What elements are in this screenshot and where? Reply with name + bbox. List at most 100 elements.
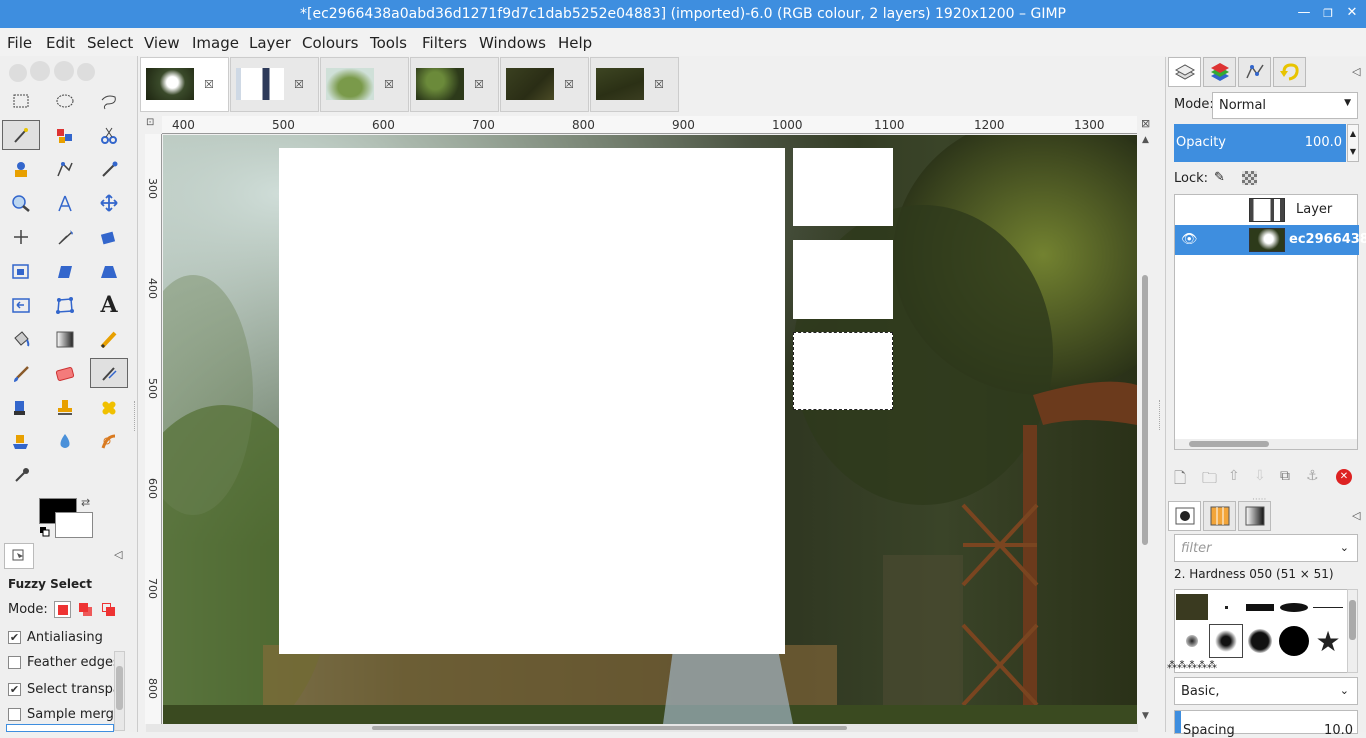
configure-brushes-dock-icon[interactable]: ◁ <box>1352 509 1360 522</box>
horizontal-scroll-thumb[interactable] <box>372 726 847 730</box>
gradient-tool[interactable] <box>46 324 84 354</box>
menu-select[interactable]: Select <box>87 34 133 52</box>
selection-marquee[interactable] <box>793 332 893 410</box>
layer-row[interactable]: 👁 ec2966438a <box>1175 225 1366 255</box>
antialiasing-option[interactable]: ✔ Antialiasing <box>8 630 103 645</box>
bucket-fill-tool[interactable] <box>2 324 40 354</box>
brush-texture[interactable] <box>1175 590 1209 624</box>
perspective-tool[interactable] <box>90 256 128 286</box>
layer-list-scroll-thumb[interactable] <box>1189 441 1269 447</box>
toolbox-resize-handle[interactable] <box>134 401 137 431</box>
paths-tab[interactable] <box>1238 57 1271 87</box>
gradients-tab[interactable] <box>1238 501 1271 531</box>
close-tab-icon[interactable]: ☒ <box>564 78 574 91</box>
feather-edges-option[interactable]: Feather edges <box>8 655 120 670</box>
opacity-slider[interactable]: Opacity 100.0 <box>1174 124 1346 162</box>
minimize-icon[interactable]: — <box>1294 5 1314 20</box>
brush-hardness-100[interactable] <box>1277 624 1311 658</box>
layer-row[interactable]: Layer <box>1175 195 1359 225</box>
paths-tool[interactable] <box>46 154 84 184</box>
undo-history-tab[interactable] <box>1273 57 1306 87</box>
menu-filters[interactable]: Filters <box>422 34 467 52</box>
menu-windows[interactable]: Windows <box>479 34 546 52</box>
rect-select-tool[interactable] <box>2 86 40 116</box>
blur-sharpen-tool[interactable] <box>46 426 84 456</box>
brush-grid-scroll-thumb[interactable] <box>1349 600 1356 640</box>
tool-options-scrollbar[interactable] <box>114 651 125 731</box>
sample-merged-checkbox[interactable] <box>8 708 21 721</box>
configure-dock-icon[interactable]: ◁ <box>1352 65 1360 78</box>
feather-edges-checkbox[interactable] <box>8 656 21 669</box>
image-tab-6[interactable]: ☒ <box>590 57 679 112</box>
mode-subtract-button[interactable] <box>100 601 117 618</box>
eraser-tool[interactable] <box>46 358 84 388</box>
brush-hardness-025[interactable] <box>1175 624 1209 658</box>
cage-transform-tool[interactable] <box>46 290 84 320</box>
sample-merged-option[interactable]: Sample merge <box>8 707 122 722</box>
select-transparent-checkbox[interactable]: ✔ <box>8 683 21 696</box>
alignment-tool[interactable] <box>2 222 40 252</box>
brush-hardness-075[interactable] <box>1243 624 1277 658</box>
configure-tab-icon[interactable]: ◁ <box>114 548 122 561</box>
tool-options-tab[interactable] <box>4 543 34 569</box>
dock-resize-handle[interactable] <box>1159 400 1162 430</box>
menu-colours[interactable]: Colours <box>302 34 358 52</box>
visibility-toggle[interactable] <box>1183 203 1197 217</box>
zoom-on-resize-icon[interactable]: ⊠ <box>1141 117 1150 130</box>
brush-grid-scrollbar[interactable] <box>1347 589 1358 673</box>
image-tab-1[interactable]: ☒ <box>140 57 229 112</box>
airbrush-tool[interactable] <box>90 358 128 388</box>
spacing-slider[interactable]: Spacing 10.0 <box>1174 710 1358 738</box>
menu-edit[interactable]: Edit <box>46 34 75 52</box>
menu-file[interactable]: File <box>7 34 32 52</box>
paintbrush-tool[interactable] <box>2 358 40 388</box>
image-canvas[interactable] <box>163 135 1137 724</box>
swap-colors-icon[interactable]: ⇄ <box>81 496 90 509</box>
default-colors-icon[interactable] <box>40 526 50 537</box>
mode-add-button[interactable] <box>77 601 94 618</box>
scissors-select-tool[interactable] <box>90 120 128 150</box>
measure-tool[interactable] <box>46 188 84 218</box>
flip-tool[interactable] <box>2 290 40 320</box>
patterns-tab[interactable] <box>1203 501 1236 531</box>
close-tab-icon[interactable]: ☒ <box>384 78 394 91</box>
rotate-tool[interactable] <box>90 222 128 252</box>
tool-options-scroll-thumb[interactable] <box>116 666 123 710</box>
text-tool[interactable]: A <box>90 290 128 320</box>
brush-oval[interactable] <box>1277 590 1311 624</box>
close-icon[interactable]: ✕ <box>1342 5 1362 20</box>
free-select-tool[interactable] <box>90 86 128 116</box>
scale-tool[interactable] <box>2 256 40 286</box>
close-tab-icon[interactable]: ☒ <box>204 78 214 91</box>
close-tab-icon[interactable]: ☒ <box>294 78 304 91</box>
foreground-select-tool[interactable] <box>2 154 40 184</box>
close-tab-icon[interactable]: ☒ <box>474 78 484 91</box>
brush-pixel[interactable] <box>1209 590 1243 624</box>
color-picker-tool[interactable] <box>90 154 128 184</box>
lower-layer-icon[interactable]: ⇩ <box>1254 468 1266 484</box>
menu-view[interactable]: View <box>144 34 180 52</box>
brush-hardness-050[interactable] <box>1209 624 1243 658</box>
ink-tool[interactable] <box>2 392 40 422</box>
new-layer-group-icon[interactable]: 🗀 <box>1202 468 1217 493</box>
smudge-tool[interactable] <box>90 426 128 456</box>
vertical-scroll-thumb[interactable] <box>1142 275 1148 545</box>
vertical-ruler[interactable]: 300 400 500 600 700 800 <box>145 134 162 724</box>
horizontal-ruler[interactable]: 400 500 600 700 800 900 1000 1100 1200 1… <box>162 116 1137 134</box>
eye-icon[interactable]: 👁 <box>1181 232 1198 247</box>
lock-alpha-icon[interactable] <box>1242 171 1257 185</box>
perspective-clone-tool[interactable] <box>2 426 40 456</box>
background-color-swatch[interactable] <box>55 512 93 538</box>
mode-replace-button[interactable] <box>53 601 71 618</box>
spin-up-icon[interactable]: ▲ <box>1348 125 1358 143</box>
scroll-up-icon[interactable]: ▲ <box>1142 135 1149 145</box>
pencil-tool[interactable] <box>90 324 128 354</box>
layers-tab[interactable] <box>1168 57 1201 87</box>
select-transparent-option[interactable]: ✔ Select transpa <box>8 682 121 697</box>
brush-block[interactable] <box>1243 590 1277 624</box>
brush-star[interactable]: ★ <box>1311 624 1345 658</box>
scroll-down-icon[interactable]: ▼ <box>1142 711 1149 721</box>
move-tool[interactable] <box>90 188 128 218</box>
brush-filter-input[interactable]: filter ⌄ <box>1174 534 1358 562</box>
shear-tool[interactable] <box>46 256 84 286</box>
